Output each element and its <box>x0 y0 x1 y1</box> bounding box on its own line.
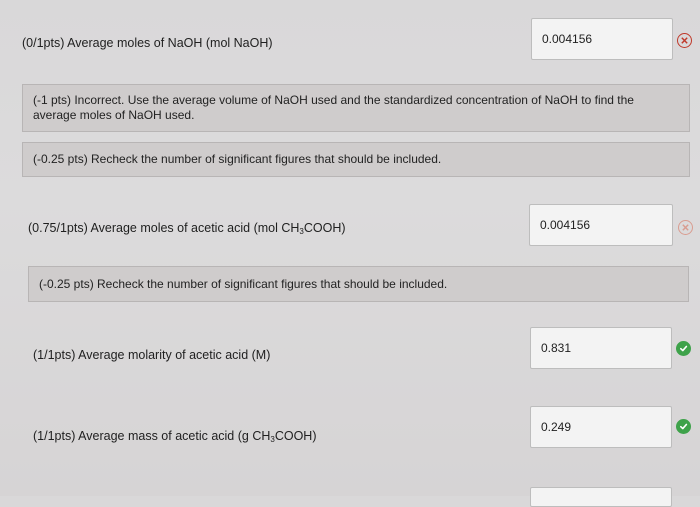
feedback-sig-figs-2: (-0.25 pts) Recheck the number of signif… <box>28 266 689 302</box>
question-label-acetic-moles: (0.75/1pts) Average moles of acetic acid… <box>28 221 346 236</box>
answer-field-next[interactable] <box>530 487 672 507</box>
x-circle-icon <box>678 220 693 235</box>
question-label-naoh-moles: (0/1pts) Average moles of NaOH (mol NaOH… <box>22 36 273 50</box>
checkmark-circle-icon <box>676 341 691 356</box>
answer-field-acetic-mass[interactable]: 0.249 <box>530 406 672 448</box>
feedback-incorrect-naoh: (-1 pts) Incorrect. Use the average volu… <box>22 84 690 132</box>
answer-field-acetic-molarity[interactable]: 0.831 <box>530 327 672 369</box>
x-circle-icon <box>677 33 692 48</box>
checkmark-circle-icon <box>676 419 691 434</box>
question-label-acetic-mass: (1/1pts) Average mass of acetic acid (g … <box>33 429 317 444</box>
answer-field-naoh-moles[interactable]: 0.004156 <box>531 18 673 60</box>
question-label-acetic-molarity: (1/1pts) Average molarity of acetic acid… <box>33 348 271 362</box>
feedback-sig-figs-1: (-0.25 pts) Recheck the number of signif… <box>22 142 690 177</box>
answer-field-acetic-moles[interactable]: 0.004156 <box>529 204 673 246</box>
